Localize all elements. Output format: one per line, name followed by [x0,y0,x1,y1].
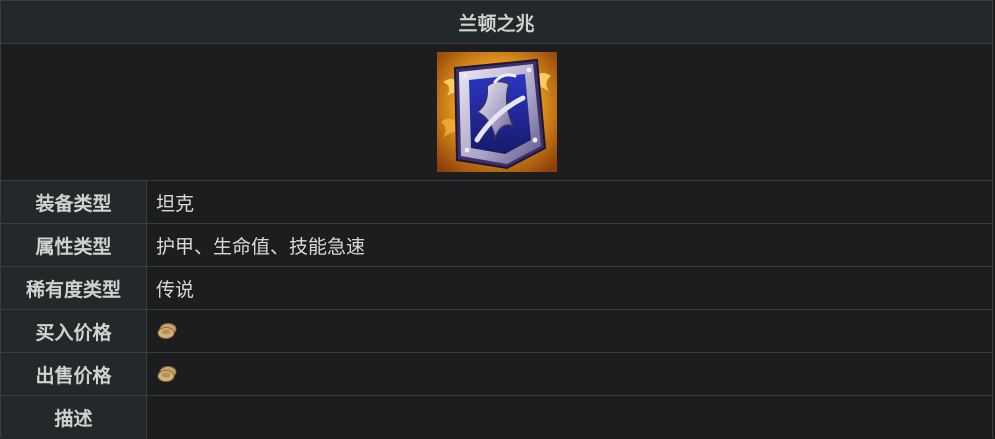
gold-coin-icon [157,366,177,382]
row-buy-price: 买入价格 [1,310,992,353]
item-type-label: 装备类型 [1,181,147,223]
rarity-value: 传说 [147,267,992,309]
rarity-label: 稀有度类型 [1,267,147,309]
sell-price-value [147,353,992,395]
attribute-type-value: 护甲、生命值、技能急速 [147,224,992,266]
row-item-type: 装备类型 坦克 [1,181,992,224]
item-title: 兰顿之兆 [1,0,992,44]
item-infobox: 兰顿之兆 装备类型 坦克 属性类型 护甲、生命值、技能急速 稀有度类型 传说 买… [0,0,993,439]
buy-price-value [147,310,992,352]
randuins-omen-shield-icon [436,52,557,172]
item-type-value: 坦克 [147,181,992,223]
gold-coin-icon [157,323,177,339]
description-value [147,396,992,439]
row-description: 描述 [1,396,992,439]
item-image-cell [1,44,992,181]
description-label: 描述 [1,396,147,439]
row-attribute-type: 属性类型 护甲、生命值、技能急速 [1,224,992,267]
sell-price-label: 出售价格 [1,353,147,395]
row-sell-price: 出售价格 [1,353,992,396]
attribute-type-label: 属性类型 [1,224,147,266]
buy-price-label: 买入价格 [1,310,147,352]
row-rarity: 稀有度类型 传说 [1,267,992,310]
